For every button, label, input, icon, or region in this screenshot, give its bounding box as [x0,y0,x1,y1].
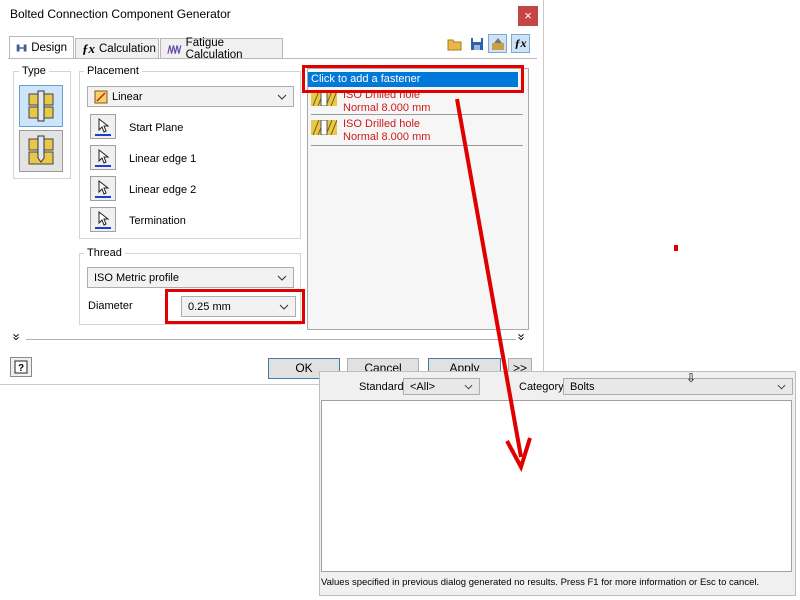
red-marker [674,245,678,251]
annotation-arrow [455,98,532,473]
